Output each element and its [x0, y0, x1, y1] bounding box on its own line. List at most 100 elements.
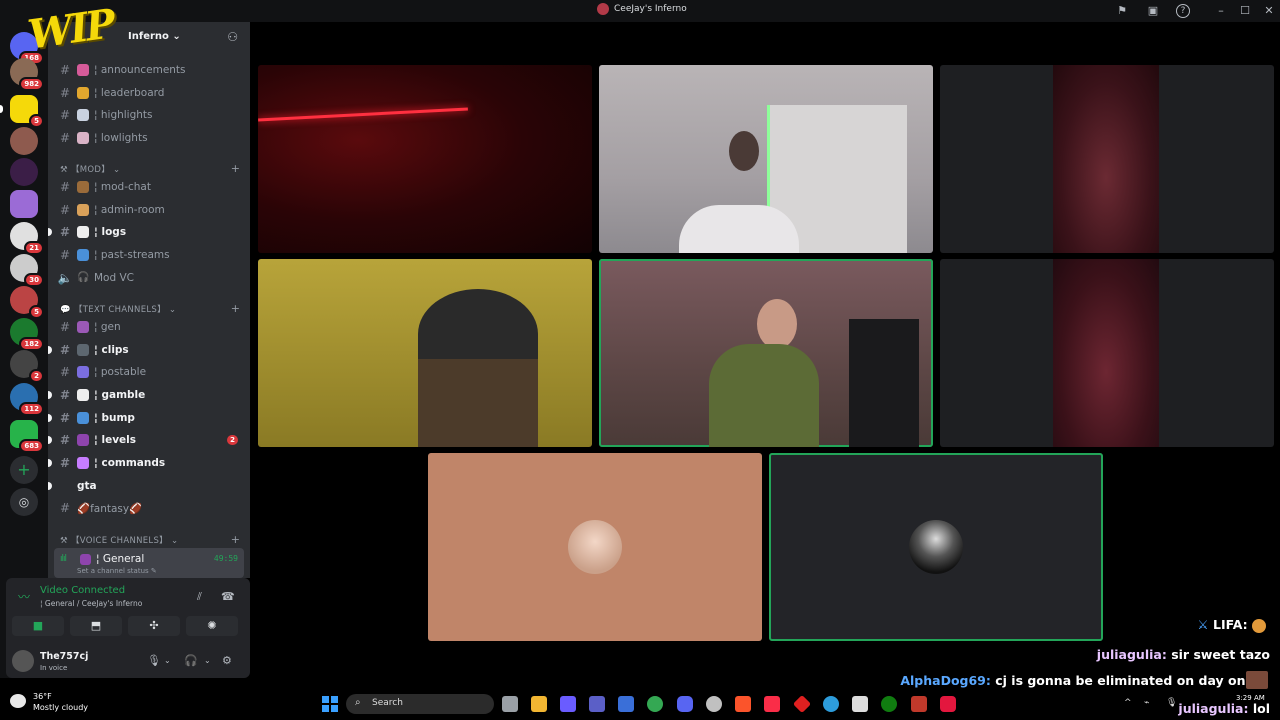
inbox-icon[interactable]: ⚑: [1115, 4, 1129, 18]
camera-button[interactable]: ■: [12, 616, 64, 636]
gear-icon[interactable]: ⚙: [222, 654, 232, 667]
server-icon-9[interactable]: 2: [10, 350, 44, 383]
channel-admin-room[interactable]: # ¦ admin-room: [54, 200, 244, 220]
maximize-icon[interactable]: ☐: [1238, 4, 1252, 18]
channel-highlights[interactable]: # ¦ highlights: [54, 105, 244, 125]
channel-status-link[interactable]: Set a channel status ✎: [77, 567, 157, 575]
video-tile-3[interactable]: [940, 65, 1274, 253]
server-icon-wip[interactable]: 5: [10, 95, 44, 128]
discover-button[interactable]: ◎: [10, 488, 38, 516]
channel-gta[interactable]: gta: [48, 476, 244, 496]
server-icon-1[interactable]: 982: [10, 58, 44, 91]
create-channel-icon[interactable]: +: [231, 162, 240, 175]
person-body: [709, 344, 819, 447]
disconnect-icon[interactable]: ☎: [221, 590, 235, 603]
audio-tile-1[interactable]: [428, 453, 762, 641]
chevron-down-icon[interactable]: ⌄: [164, 656, 171, 665]
system-clock[interactable]: 3:29 AM: [1236, 694, 1265, 702]
add-server-button[interactable]: +: [10, 456, 38, 484]
channel-mod-chat[interactable]: # ¦ mod-chat: [54, 177, 244, 197]
channel-fantasy[interactable]: # 🏈fantasy🏈: [54, 498, 244, 518]
channel-bump[interactable]: # ¦ bump: [48, 408, 244, 428]
voice-location[interactable]: ¦ General / CeeJay's Inferno: [40, 599, 142, 608]
xbox-icon[interactable]: [881, 696, 897, 712]
unread-indicator: [48, 228, 52, 236]
microphone-icon[interactable]: 🎙: [147, 654, 161, 667]
channel-announcements[interactable]: # ¦ announcements: [54, 60, 244, 80]
channel-gamble[interactable]: # ¦ gamble: [48, 385, 244, 405]
voice-channel-general[interactable]: ılıl ¦ General 49:59 Set a channel statu…: [54, 548, 244, 578]
app-icon[interactable]: [911, 696, 927, 712]
server-icon-4[interactable]: [10, 190, 38, 218]
channel-gen[interactable]: # ¦ gen: [54, 317, 244, 337]
channel-mod-vc[interactable]: 🔈 🎧 Mod VC: [54, 268, 244, 288]
person-head: [729, 131, 759, 171]
server-icon-10[interactable]: 112: [10, 383, 44, 416]
audio-tile-2-speaking[interactable]: [769, 453, 1103, 641]
chevron-down-icon[interactable]: ⌄: [204, 656, 211, 665]
server-icon-6[interactable]: 30: [10, 254, 44, 287]
video-tile-5-speaking[interactable]: [599, 259, 933, 447]
mail-icon[interactable]: [852, 696, 868, 712]
edge-icon[interactable]: [823, 696, 839, 712]
avatar[interactable]: [12, 650, 34, 672]
username[interactable]: The757cj: [40, 651, 88, 662]
channel-levels[interactable]: # ¦ levels 2: [48, 430, 244, 450]
category-mod[interactable]: ⚒ 【MOD】 ⌄: [60, 163, 120, 175]
channel-commands[interactable]: # ¦ commands: [48, 453, 244, 473]
screen-share-icon[interactable]: ▣: [1146, 4, 1160, 18]
signal-icon: 〰: [18, 590, 31, 604]
category-text-channels[interactable]: 💬 【TEXT CHANNELS】 ⌄: [60, 303, 176, 315]
server-icon-7[interactable]: 5: [10, 286, 44, 319]
noise-suppression-icon[interactable]: ⫽: [197, 590, 202, 604]
activities-button[interactable]: ✣: [128, 616, 180, 636]
trophy-icon: [77, 87, 89, 99]
server-icon-2[interactable]: [10, 127, 38, 155]
video-tile-4[interactable]: [258, 259, 592, 447]
channel-lowlights[interactable]: # ¦ lowlights: [54, 128, 244, 148]
video-tile-2[interactable]: [599, 65, 933, 253]
channel-postable[interactable]: # ¦ postable: [54, 362, 244, 382]
server-icon: [597, 3, 609, 15]
video-tile-6[interactable]: [940, 259, 1274, 447]
server-icon-5[interactable]: 21: [10, 222, 44, 255]
tray-chevron-icon[interactable]: ^: [1124, 698, 1132, 708]
taskbar-search[interactable]: ⌕ Search: [346, 694, 494, 714]
voice-timer: 49:59: [213, 554, 238, 563]
brave-icon[interactable]: [735, 696, 751, 712]
chrome-icon[interactable]: [647, 696, 663, 712]
task-view-icon[interactable]: [502, 696, 518, 712]
teams-icon[interactable]: [589, 696, 605, 712]
file-explorer-icon[interactable]: [531, 696, 547, 712]
close-icon[interactable]: ✕: [1262, 4, 1276, 18]
create-channel-icon[interactable]: +: [231, 302, 240, 315]
copilot-icon[interactable]: [560, 696, 576, 712]
network-icon[interactable]: ⌁: [1144, 698, 1149, 708]
category-voice-channels[interactable]: ⚒ 【VOICE CHANNELS】 ⌄: [60, 534, 178, 546]
hash-icon: #: [59, 86, 71, 100]
create-channel-icon[interactable]: +: [231, 533, 240, 546]
minimize-icon[interactable]: –: [1214, 4, 1228, 18]
server-icon-11[interactable]: 683: [10, 420, 44, 453]
channel-past-streams[interactable]: # ¦ past-streams: [54, 245, 244, 265]
headphones-icon[interactable]: 🎧: [184, 654, 198, 667]
channel-leaderboard[interactable]: # ¦ leaderboard: [54, 83, 244, 103]
video-tile-1[interactable]: [258, 65, 592, 253]
invite-icon[interactable]: ⚇: [227, 30, 238, 44]
obs-icon[interactable]: [706, 696, 722, 712]
screen-share-button[interactable]: ⬒: [70, 616, 122, 636]
music-icon[interactable]: [764, 696, 780, 712]
help-icon[interactable]: ?: [1176, 4, 1190, 18]
voice-status[interactable]: Video Connected: [40, 585, 125, 596]
server-icon-8[interactable]: 182: [10, 318, 44, 351]
hash-icon: #: [59, 225, 71, 239]
mic-icon[interactable]: 🎙: [1166, 698, 1177, 708]
opera-icon[interactable]: [940, 696, 956, 712]
server-icon-3[interactable]: [10, 158, 38, 186]
start-button[interactable]: [322, 696, 338, 712]
discord-icon[interactable]: [677, 696, 693, 712]
channel-logs[interactable]: # ¦ logs: [48, 222, 244, 242]
soundboard-button[interactable]: ✺: [186, 616, 238, 636]
store-icon[interactable]: [618, 696, 634, 712]
channel-clips[interactable]: # ¦ clips: [48, 340, 244, 360]
